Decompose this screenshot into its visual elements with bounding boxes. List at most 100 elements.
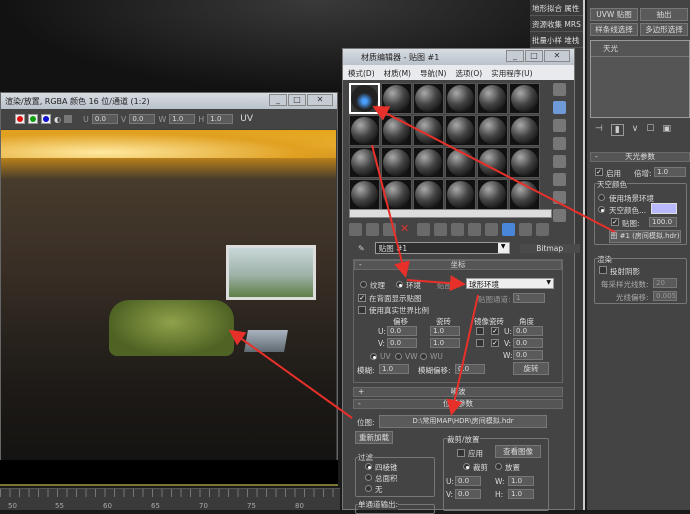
red-channel-button[interactable]: [15, 114, 25, 124]
environ-radio[interactable]: [396, 281, 403, 288]
map-checkbox[interactable]: ✓: [611, 218, 619, 226]
rotate-button[interactable]: 旋转: [513, 362, 549, 375]
material-id-icon[interactable]: [468, 223, 481, 236]
sample-slot[interactable]: [413, 83, 444, 114]
use-scene-env-radio[interactable]: [598, 194, 605, 201]
configure-sets-icon[interactable]: ▣: [662, 124, 671, 136]
select-by-material-icon[interactable]: [553, 209, 566, 222]
background-icon[interactable]: [553, 119, 566, 132]
spline-select-button[interactable]: 样条线选择: [590, 23, 638, 36]
blur-offset-field[interactable]: 0.0: [455, 364, 485, 374]
close-button[interactable]: ✕: [307, 94, 333, 106]
h-field[interactable]: 1.0: [207, 114, 234, 124]
assign-material-icon[interactable]: [383, 223, 396, 236]
mapping-dropdown[interactable]: 球形环境 ▼: [466, 278, 554, 289]
maximize-button[interactable]: □: [288, 94, 306, 106]
sample-slot[interactable]: [349, 115, 380, 146]
sample-slot[interactable]: [413, 115, 444, 146]
utility-item[interactable]: 资源收集: [532, 20, 562, 29]
cast-shadows-checkbox[interactable]: [599, 266, 607, 274]
u-tiling-field[interactable]: 1.0: [430, 326, 460, 336]
w-field[interactable]: 1.0: [169, 114, 196, 124]
bitmap-path-button[interactable]: D:\常用MAP\HDR\房间模拟.hdr: [379, 415, 547, 428]
real-world-checkbox[interactable]: [358, 306, 366, 314]
put-to-library-icon[interactable]: [451, 223, 464, 236]
blue-channel-button[interactable]: [41, 114, 51, 124]
crop-v-field[interactable]: 0.0: [455, 489, 481, 499]
pin-stack-icon[interactable]: ⊣: [595, 124, 603, 136]
show-map-on-back-checkbox[interactable]: ✓: [358, 294, 366, 302]
make-unique-icon[interactable]: ∨: [632, 124, 639, 136]
maximize-button[interactable]: □: [525, 50, 543, 62]
eyedropper-icon[interactable]: ✎: [358, 244, 365, 253]
summed-area-radio[interactable]: [365, 474, 372, 481]
blur-field[interactable]: 1.0: [379, 364, 409, 374]
sample-slot[interactable]: [349, 83, 380, 114]
u-mirror-checkbox[interactable]: [476, 327, 484, 335]
utility-item[interactable]: 堆栈: [564, 36, 579, 45]
map-type-button[interactable]: Bitmap: [519, 243, 580, 253]
mono-icon[interactable]: [63, 115, 72, 123]
crop-w-field[interactable]: 1.0: [508, 476, 534, 486]
close-button[interactable]: ✕: [544, 50, 570, 62]
v-angle-field[interactable]: 0.0: [513, 338, 543, 348]
sky-map-button[interactable]: 图 #1 (房间模拟.hdr): [609, 230, 681, 243]
get-material-icon[interactable]: [349, 223, 362, 236]
sample-slot[interactable]: [509, 147, 540, 178]
show-end-result-icon[interactable]: ▮: [610, 124, 624, 136]
sample-slot[interactable]: [349, 179, 380, 210]
menu-navigation[interactable]: 导航(N): [420, 68, 446, 78]
slots-scrollbar[interactable]: [349, 209, 552, 218]
alpha-icon[interactable]: ◐: [54, 115, 61, 124]
bitmap-params-rollout[interactable]: - 位图参数: [353, 399, 563, 409]
v-mirror-checkbox[interactable]: [476, 339, 484, 347]
utility-item[interactable]: 属性: [564, 4, 579, 13]
sample-slot[interactable]: [413, 147, 444, 178]
skylight-params-rollout[interactable]: - 天光参数: [590, 152, 690, 162]
bias-field[interactable]: 0.005: [653, 291, 677, 301]
crop-h-field[interactable]: 1.0: [508, 489, 534, 499]
sample-type-icon[interactable]: [553, 83, 566, 96]
remove-modifier-icon[interactable]: ☐: [646, 124, 654, 136]
video-color-check-icon[interactable]: [553, 155, 566, 168]
multiplier-field[interactable]: 1.0: [654, 167, 686, 177]
menu-mode[interactable]: 模式(D): [348, 68, 375, 78]
u-field[interactable]: 0.0: [91, 114, 118, 124]
place-radio[interactable]: [495, 463, 502, 470]
sample-slot[interactable]: [509, 115, 540, 146]
coordinates-rollout[interactable]: - 坐标: [354, 260, 562, 270]
go-forward-icon[interactable]: [536, 223, 549, 236]
uvw-map-button[interactable]: UVW 贴图: [590, 8, 638, 21]
uv-tiling-icon[interactable]: [553, 137, 566, 150]
show-map-icon[interactable]: [485, 223, 498, 236]
map-name-field[interactable]: 贴图 #1 ▼: [374, 242, 510, 254]
vw-radio[interactable]: [395, 353, 402, 360]
options-icon[interactable]: [553, 191, 566, 204]
go-to-parent-icon[interactable]: [519, 223, 532, 236]
pyramidal-radio[interactable]: [365, 463, 372, 470]
utility-item[interactable]: MRS: [564, 20, 580, 29]
timeline-ruler[interactable]: 50 55 60 65 70 75 80: [0, 488, 340, 510]
green-channel-button[interactable]: [28, 114, 38, 124]
put-to-scene-icon[interactable]: [366, 223, 379, 236]
noise-rollout[interactable]: + 噪波: [353, 387, 563, 397]
sample-slot[interactable]: [477, 147, 508, 178]
v-field[interactable]: 0.0: [129, 114, 156, 124]
show-end-result-icon[interactable]: [502, 223, 515, 236]
crop-u-field[interactable]: 0.0: [455, 476, 481, 486]
make-unique-icon[interactable]: [434, 223, 447, 236]
crop-radio[interactable]: [463, 463, 470, 470]
backlight-icon[interactable]: [553, 101, 566, 114]
rays-field[interactable]: 20: [653, 278, 677, 288]
uv-radio[interactable]: [370, 353, 377, 360]
utility-item[interactable]: 地形拟合: [532, 4, 562, 13]
sky-color-swatch[interactable]: [651, 203, 677, 214]
sample-slot[interactable]: [509, 179, 540, 210]
menu-options[interactable]: 选项(O): [455, 68, 482, 78]
v-tiling-field[interactable]: 1.0: [430, 338, 460, 348]
sample-slot[interactable]: [445, 147, 476, 178]
sample-slot[interactable]: [381, 179, 412, 210]
minimize-button[interactable]: _: [506, 50, 524, 62]
sample-slot[interactable]: [445, 115, 476, 146]
reload-button[interactable]: 重新加载: [355, 431, 393, 444]
